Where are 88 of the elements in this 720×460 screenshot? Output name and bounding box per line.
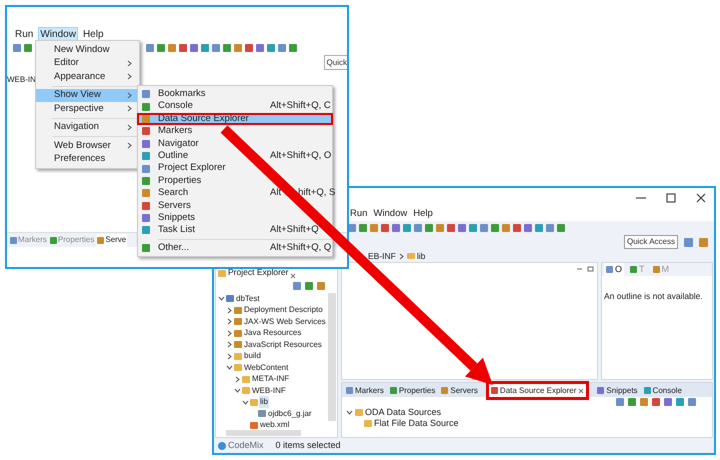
scrollbar[interactable] <box>226 430 301 436</box>
quick-access-field[interactable]: Quick Access <box>624 235 678 249</box>
tree-item[interactable]: build <box>243 350 262 362</box>
tree-item[interactable]: WebContent <box>243 362 290 374</box>
menu-item[interactable]: Console Alt+Shift+Q, C <box>138 100 331 113</box>
menu-item[interactable]: Bookmarks <box>138 88 270 100</box>
tab[interactable]: O <box>604 262 624 276</box>
tree-item[interactable]: WEB-INF <box>251 384 287 397</box>
menu-item[interactable]: Navigation <box>36 120 139 134</box>
tree-item[interactable]: ODA Data Sources <box>365 406 442 420</box>
view-icon <box>652 266 660 273</box>
tree-item[interactable]: dbTest <box>235 292 261 305</box>
view-icon <box>50 236 57 244</box>
view-icon <box>597 387 604 394</box>
tree-item[interactable]: lib <box>259 396 270 408</box>
tree-item[interactable]: JavaScript Resources <box>243 338 323 351</box>
menu-item[interactable]: Navigator <box>138 138 270 150</box>
menu-item[interactable]: Task List Alt+Shift+Q <box>138 224 319 237</box>
breadcrumb-separator-icon <box>398 252 405 260</box>
menu-item[interactable]: Search Alt hift+Q, S <box>138 187 336 200</box>
status-text: 0 items selected <box>276 438 341 452</box>
status-item[interactable]: CodeMix <box>218 438 264 452</box>
tab[interactable]: Console <box>642 384 684 397</box>
menu-item[interactable]: Outline Alt+Shift+Q, O <box>138 150 332 162</box>
menu-item[interactable]: Snippets <box>138 212 270 224</box>
menu-item[interactable]: Servers <box>138 200 270 212</box>
breadcrumb-item[interactable]: EB-INF <box>368 250 396 262</box>
menu-item[interactable]: Editor <box>36 56 139 70</box>
tree-item[interactable]: ojdbc6_g.jar <box>267 408 313 420</box>
menu-item[interactable]: Markers <box>138 125 270 138</box>
chevron-icon[interactable] <box>226 330 233 337</box>
chevron-icon[interactable] <box>226 352 233 360</box>
chevron-icon[interactable] <box>234 376 241 383</box>
menu-item[interactable]: Run <box>13 26 36 42</box>
menu-item[interactable]: Perspective <box>36 102 139 116</box>
tree-item[interactable]: Flat File Data Source <box>374 416 459 430</box>
tab[interactable]: Properties <box>388 384 438 397</box>
chevron-icon[interactable] <box>226 306 233 314</box>
close-icon[interactable] <box>696 193 706 203</box>
view-icon <box>97 236 104 244</box>
view-icon <box>142 244 150 252</box>
codemix-icon <box>218 442 226 450</box>
menu-item[interactable]: Help <box>413 207 433 222</box>
view-icon <box>606 266 613 273</box>
view-icon <box>346 387 353 394</box>
tab[interactable]: Markers <box>344 384 386 397</box>
tab[interactable]: Snippets <box>595 384 640 397</box>
panel-title[interactable]: Project Explorer <box>228 266 288 279</box>
tree-item[interactable]: web.xml <box>259 419 290 429</box>
quick-access-field[interactable]: Quick <box>324 55 347 70</box>
menu-item[interactable]: Appearance <box>36 70 139 84</box>
view-icon <box>490 387 498 394</box>
tab[interactable]: Data Source Explorer <box>488 384 586 397</box>
chevron-icon[interactable] <box>226 318 233 326</box>
view-icon <box>630 266 638 273</box>
menu-item[interactable]: Properties <box>138 174 270 188</box>
chevron-icon[interactable] <box>242 398 249 406</box>
chevron-icon[interactable] <box>218 295 225 302</box>
menu-item[interactable]: Web Browser <box>36 139 139 152</box>
chevron-icon[interactable] <box>226 341 233 348</box>
tree-item[interactable]: Deployment Descripto <box>243 304 324 316</box>
maximize-icon[interactable] <box>666 193 676 203</box>
menu-item[interactable]: Preferences <box>36 152 139 166</box>
scrollbar[interactable] <box>328 293 336 421</box>
tab[interactable]: Serve <box>96 234 128 246</box>
folder-icon <box>218 270 226 277</box>
view-icon <box>441 387 448 394</box>
menu-item[interactable]: Run <box>350 207 368 222</box>
view-icon <box>390 387 397 394</box>
menu-item[interactable]: Help <box>80 26 106 42</box>
chevron-icon[interactable] <box>346 409 353 416</box>
tree-item[interactable]: Java Resources <box>243 327 302 340</box>
view-icon <box>644 387 651 394</box>
breadcrumb-item[interactable]: lib <box>416 250 426 262</box>
outline-message: An outline is not available. <box>603 290 704 303</box>
view-icon <box>10 236 17 244</box>
menu-item[interactable]: Other... Alt+Shift+Q, Q <box>138 242 332 254</box>
folder-icon <box>406 253 415 259</box>
menu-item[interactable]: New Window <box>36 43 139 56</box>
menu-item[interactable]: Window <box>38 26 78 42</box>
chevron-icon[interactable] <box>234 387 241 394</box>
menu-item[interactable]: Window <box>373 207 408 222</box>
breadcrumb-text: WEB-IN <box>7 75 36 84</box>
tab[interactable]: Servers <box>439 384 480 397</box>
tree-item[interactable]: META-INF <box>251 373 290 386</box>
tree-item[interactable]: JAX-WS Web Services <box>243 316 327 328</box>
chevron-icon[interactable] <box>226 364 233 372</box>
menu-item[interactable]: Show View <box>36 88 139 102</box>
